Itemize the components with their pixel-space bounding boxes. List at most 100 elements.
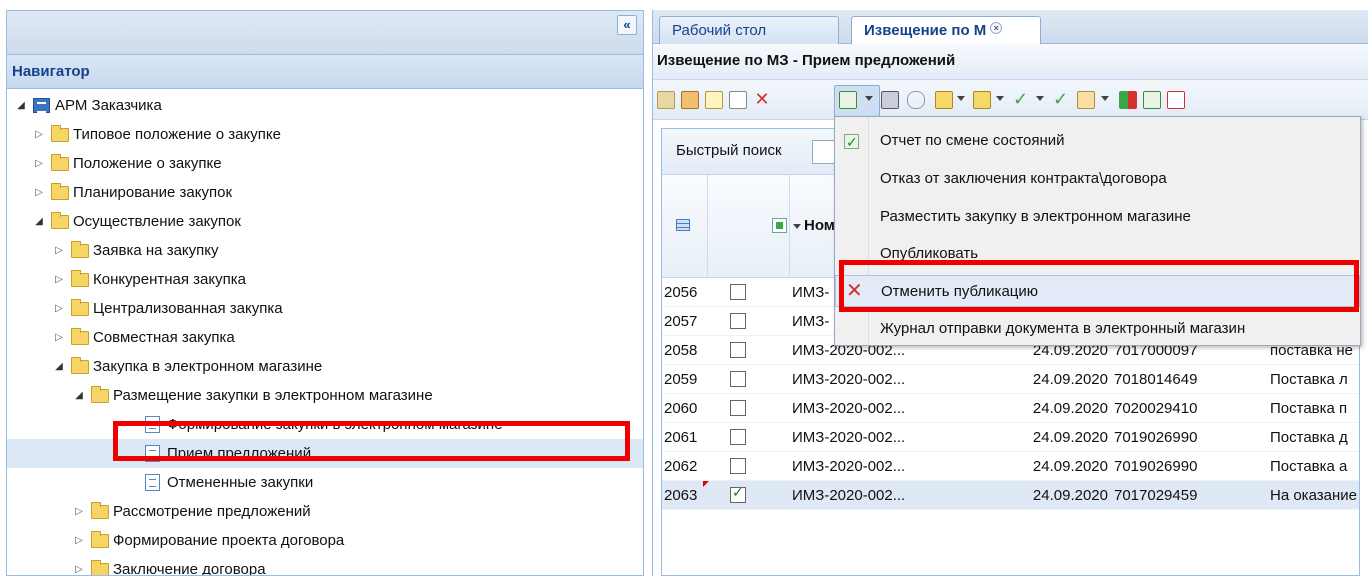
row-checkbox[interactable] [730, 484, 746, 503]
collapse-toggle-icon[interactable]: ◢ [15, 91, 27, 120]
expand-toggle-icon[interactable]: ▷ [53, 236, 65, 265]
row-inn: 7018014649 [1114, 371, 1198, 388]
table-row[interactable]: 2062 ИМЗ-2020-002... 24.09.2020 7019026990 П… [662, 452, 1359, 481]
grid-settings-icon[interactable] [676, 219, 690, 231]
tree-item[interactable]: ▷ Совместная закупка [7, 323, 643, 352]
tree-item[interactable]: ◢ Осуществление закупок [7, 207, 643, 236]
chevron-down-icon[interactable] [865, 96, 873, 101]
row-id: 2061 [664, 429, 698, 446]
table-row[interactable]: 2059 ИМЗ-2020-002... 24.09.2020 7018014649 П… [662, 365, 1359, 394]
tree-item[interactable]: ▷ Рассмотрение предложений [7, 497, 643, 526]
collapse-navigator-button[interactable]: « [617, 15, 637, 35]
tree-item[interactable]: ▷ Положение о закупке [7, 149, 643, 178]
tree-item[interactable]: ▷ Централизованная закупка [7, 294, 643, 323]
chevron-down-icon[interactable] [957, 96, 965, 101]
delete-icon[interactable]: ✕ [753, 90, 771, 109]
tree-item[interactable]: ▷ Заключение договора [7, 555, 643, 575]
approve-cancel-icon[interactable]: ✓ [1053, 90, 1071, 109]
folder-icon [71, 357, 89, 374]
menu-item-label: Опубликовать [880, 245, 979, 262]
row-checkbox[interactable] [730, 284, 746, 300]
tree-item[interactable]: ▷ Конкурентная закупка [7, 265, 643, 294]
copy-document-icon[interactable] [935, 91, 953, 109]
expand-toggle-icon[interactable]: ▷ [53, 323, 65, 352]
cancel-x-icon: ✕ [846, 280, 863, 302]
expand-toggle-icon[interactable]: ▷ [33, 149, 45, 178]
paste-document-icon[interactable] [973, 91, 991, 109]
tree-item-label: Размещение закупки в электронном магазин… [113, 387, 433, 404]
tree-item[interactable]: ◢ Закупка в электронном магазине [7, 352, 643, 381]
row-checkbox[interactable] [730, 371, 746, 387]
expand-toggle-icon[interactable]: ▷ [73, 526, 85, 555]
document-remove-icon[interactable] [1167, 91, 1185, 109]
new-document-icon[interactable] [729, 91, 747, 109]
tree-item-label: Конкурентная закупка [93, 271, 246, 288]
tree-item[interactable]: ◢ АРМ Заказчика [7, 91, 643, 120]
tree-item[interactable]: Отмененные закупки [7, 468, 643, 497]
tree-item[interactable]: ▷ Типовое положение о закупке [7, 120, 643, 149]
tree-item[interactable]: ▷ Заявка на закупку [7, 236, 643, 265]
status-icon[interactable] [1119, 91, 1137, 109]
tree-item[interactable]: ▷ Формирование проекта договора [7, 526, 643, 555]
attach-icon[interactable] [907, 91, 925, 109]
collapse-toggle-icon[interactable]: ◢ [33, 207, 45, 236]
collapse-toggle-icon[interactable]: ◢ [53, 352, 65, 381]
menu-item[interactable]: Отказ от заключения контракта\договора [835, 163, 1360, 195]
check-document-icon[interactable] [839, 91, 857, 109]
expand-toggle-icon[interactable]: ▷ [73, 497, 85, 526]
collapse-toggle-icon[interactable]: ◢ [73, 381, 85, 410]
tree-item[interactable]: ▷ Планирование закупок [7, 178, 643, 207]
expand-toggle-icon[interactable]: ▷ [33, 178, 45, 207]
chevron-down-icon[interactable] [996, 96, 1004, 101]
header-col-settings[interactable] [662, 175, 708, 278]
tab-desktop[interactable]: Рабочий стол [659, 16, 839, 44]
row-date: 24.09.2020 [1032, 458, 1108, 475]
folder-icon [91, 502, 109, 519]
folder-icon [71, 270, 89, 287]
chevron-down-icon[interactable] [1036, 96, 1044, 101]
row-checkbox[interactable] [730, 458, 746, 474]
expand-toggle-icon[interactable]: ▷ [73, 555, 85, 575]
document-icon [145, 445, 160, 462]
chevron-down-icon[interactable] [1101, 96, 1109, 101]
header-col-select[interactable] [708, 175, 801, 278]
user-edit-icon[interactable] [681, 91, 699, 109]
menu-item[interactable]: Разместить закупку в электронном магазин… [835, 201, 1360, 233]
edit-icon[interactable] [705, 91, 723, 109]
expand-toggle-icon[interactable]: ▷ [53, 294, 65, 323]
table-row[interactable]: 2061 ИМЗ-2020-002... 24.09.2020 7019026990 П… [662, 423, 1359, 452]
document-edit-icon[interactable] [1077, 91, 1095, 109]
check-list-icon[interactable] [1143, 91, 1161, 109]
export-icon[interactable] [657, 91, 675, 109]
row-date: 24.09.2020 [1032, 371, 1108, 388]
expand-toggle-icon[interactable]: ▷ [33, 120, 45, 149]
table-row[interactable]: 2063 ИМЗ-2020-002... 24.09.2020 7017029459 Н… [662, 481, 1359, 510]
row-checkbox[interactable] [730, 313, 746, 329]
navigator-top-bar: « [7, 11, 643, 55]
row-checkbox[interactable] [730, 342, 746, 358]
menu-item[interactable]: Опубликовать [835, 238, 1360, 270]
tab-close-icon[interactable]: × [990, 22, 1003, 34]
tree-item[interactable]: Прием предложений [7, 439, 643, 468]
menu-item-label: Отменить публикацию [881, 283, 1039, 300]
row-checkbox[interactable] [730, 429, 746, 445]
row-checkbox[interactable] [730, 400, 746, 416]
print-icon[interactable] [881, 91, 899, 109]
chevron-down-icon[interactable] [793, 224, 801, 229]
row-id: 2063 [664, 487, 698, 504]
table-row[interactable]: 2060 ИМЗ-2020-002... 24.09.2020 7020029410 П… [662, 394, 1359, 423]
tab-notice[interactable]: Извещение по М × [851, 16, 1041, 45]
workstation-icon [33, 98, 50, 113]
menu-item[interactable]: Журнал отправки документа в электронный … [835, 313, 1360, 345]
tree-item[interactable]: Формирование закупки в электронном магаз… [7, 410, 643, 439]
modified-marker-icon [703, 481, 709, 487]
row-subject: Поставка а [1270, 458, 1348, 475]
menu-item[interactable]: Отчет по смене состояний [835, 125, 1360, 158]
tree-item-label: Осуществление закупок [73, 213, 241, 230]
tree-item-label: Централизованная закупка [93, 300, 283, 317]
tree-item[interactable]: ◢ Размещение закупки в электронном магази… [7, 381, 643, 410]
expand-toggle-icon[interactable]: ▷ [53, 265, 65, 294]
select-all-checkbox[interactable] [772, 218, 787, 233]
menu-item[interactable]: ✕ Отменить публикацию [835, 275, 1360, 307]
approve-icon[interactable]: ✓ [1013, 90, 1031, 109]
